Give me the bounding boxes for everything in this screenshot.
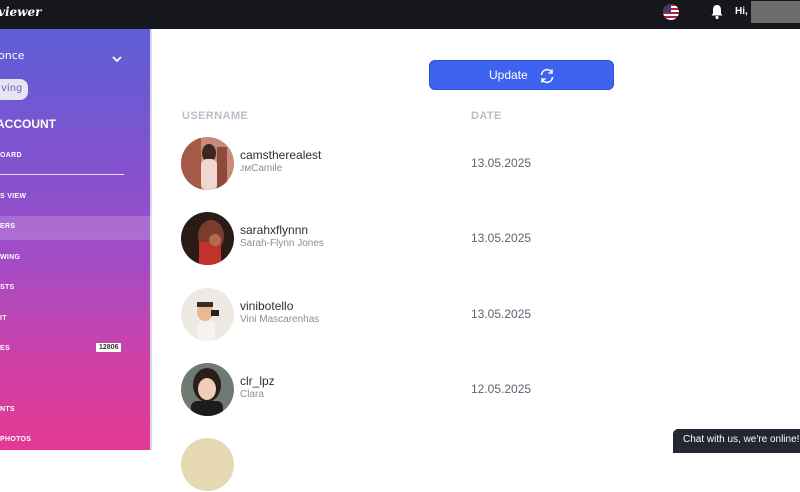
row-full-name: Sarah-Flynn Jones bbox=[240, 238, 324, 249]
table-row[interactable]: sarahxflynnn Sarah-Flynn Jones 13.05.202… bbox=[180, 212, 680, 266]
brand-logo[interactable]: viewer bbox=[0, 5, 41, 19]
update-label: Update bbox=[489, 68, 528, 82]
sidebar-divider bbox=[0, 174, 124, 175]
row-date: 13.05.2025 bbox=[471, 231, 532, 245]
sidebar-active-highlight bbox=[0, 216, 152, 240]
row-date: 12.05.2025 bbox=[471, 382, 532, 396]
sidebar-item-it[interactable]: IT bbox=[0, 315, 7, 322]
sidebar-item-followers[interactable]: ERS bbox=[0, 223, 15, 230]
username-redacted[interactable] bbox=[751, 1, 800, 23]
greeting-text: Hi, bbox=[735, 6, 748, 17]
top-bar: viewer Hi, bbox=[0, 0, 800, 29]
status-pill[interactable]: ving bbox=[0, 79, 28, 100]
row-full-name: ᴊᴍCamile bbox=[240, 163, 283, 174]
sidebar-item-posts[interactable]: STS bbox=[0, 284, 15, 291]
row-username[interactable]: clr_lpz bbox=[240, 374, 275, 388]
table-row[interactable]: camstherealest ᴊᴍCamile 13.05.2025 bbox=[180, 137, 680, 191]
row-full-name: Vini Mascarenhas bbox=[240, 314, 320, 325]
avatar[interactable] bbox=[181, 288, 234, 341]
table-row[interactable]: clr_lpz Clara 12.05.2025 bbox=[180, 363, 680, 417]
row-username[interactable]: sarahxflynnn bbox=[240, 223, 308, 237]
sidebar-item-nts[interactable]: NTS bbox=[0, 406, 15, 413]
avatar[interactable] bbox=[181, 363, 234, 416]
sidebar-item-photos[interactable]: PHOTOS bbox=[0, 436, 31, 443]
refresh-icon bbox=[538, 67, 556, 85]
row-username[interactable]: camstherealest bbox=[240, 148, 321, 162]
sidebar-item-es[interactable]: ES bbox=[0, 345, 10, 352]
row-date: 13.05.2025 bbox=[471, 307, 532, 321]
count-badge: 12806 bbox=[96, 343, 122, 352]
row-username[interactable]: vinibotello bbox=[240, 299, 293, 313]
column-header-username[interactable]: USERNAME bbox=[182, 110, 248, 122]
table-row[interactable]: vinibotello Vini Mascarenhas 13.05.2025 bbox=[180, 288, 680, 342]
bell-icon[interactable] bbox=[710, 4, 724, 20]
row-full-name: Clara bbox=[240, 389, 264, 400]
account-selector[interactable]: once bbox=[0, 49, 25, 62]
sidebar-item-view[interactable]: S VIEW bbox=[0, 193, 26, 200]
sidebar-item-dashboard[interactable]: OARD bbox=[0, 152, 22, 159]
us-flag-icon[interactable] bbox=[663, 4, 679, 20]
avatar[interactable] bbox=[181, 212, 234, 265]
sidebar-item-following[interactable]: WING bbox=[0, 254, 20, 261]
row-date: 13.05.2025 bbox=[471, 156, 532, 170]
column-header-date[interactable]: DATE bbox=[471, 110, 502, 122]
table-row[interactable] bbox=[180, 438, 680, 492]
chat-widget[interactable]: Chat with us, we're online! bbox=[673, 429, 800, 453]
avatar[interactable] bbox=[181, 137, 234, 190]
chevron-down-icon[interactable] bbox=[111, 49, 123, 63]
avatar[interactable] bbox=[181, 438, 234, 491]
update-button[interactable]: Update bbox=[429, 60, 614, 90]
sidebar: once ving ACCOUNT OARD S VIEW ERS WING S… bbox=[0, 29, 152, 450]
sidebar-section-title: ACCOUNT bbox=[0, 117, 56, 131]
